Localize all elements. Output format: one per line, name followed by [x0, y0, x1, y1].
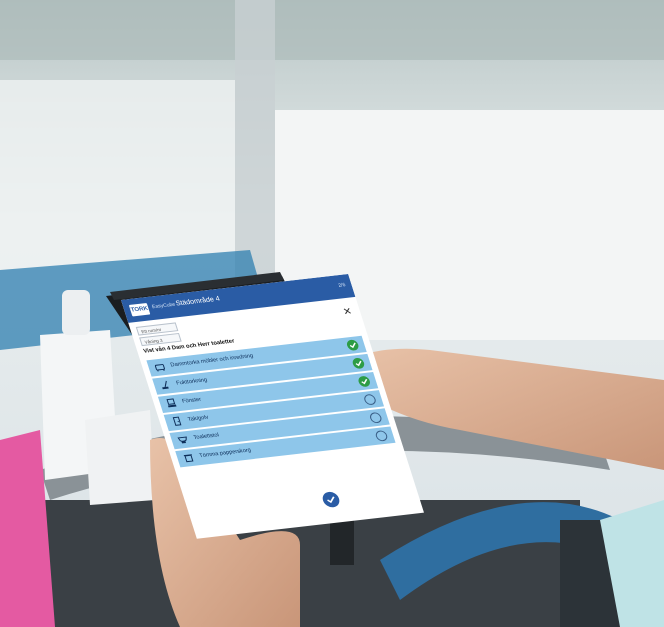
status-counter: 2/6	[337, 282, 347, 289]
furniture-icon	[154, 364, 165, 372]
checkmark-icon[interactable]	[345, 339, 360, 352]
submit-check-button[interactable]	[320, 491, 342, 509]
page-title: Städområde 4	[174, 295, 221, 308]
unchecked-circle-icon[interactable]	[374, 430, 389, 442]
task-label: Fönster	[181, 396, 203, 405]
mop-icon	[162, 380, 169, 390]
checkmark-icon[interactable]	[351, 357, 366, 370]
task-label: Fukttorkning	[175, 377, 209, 387]
checkmark-icon[interactable]	[357, 375, 372, 388]
task-label: Toalettstol	[192, 432, 220, 441]
trash-bin-icon	[183, 454, 194, 463]
task-label: Dammtorka möbler och inredning	[169, 353, 255, 369]
task-label: Tak/golv	[187, 414, 210, 423]
brand-name: EasyCube	[151, 301, 177, 311]
task-label: Tömma papperskorg	[198, 447, 252, 460]
window-icon	[166, 398, 177, 408]
unchecked-circle-icon[interactable]	[362, 393, 378, 406]
unchecked-circle-icon[interactable]	[368, 411, 383, 424]
logo: TORK	[128, 302, 151, 317]
toilet-icon	[177, 436, 187, 444]
door-icon	[172, 416, 182, 426]
close-icon[interactable]: ✕	[342, 306, 354, 317]
